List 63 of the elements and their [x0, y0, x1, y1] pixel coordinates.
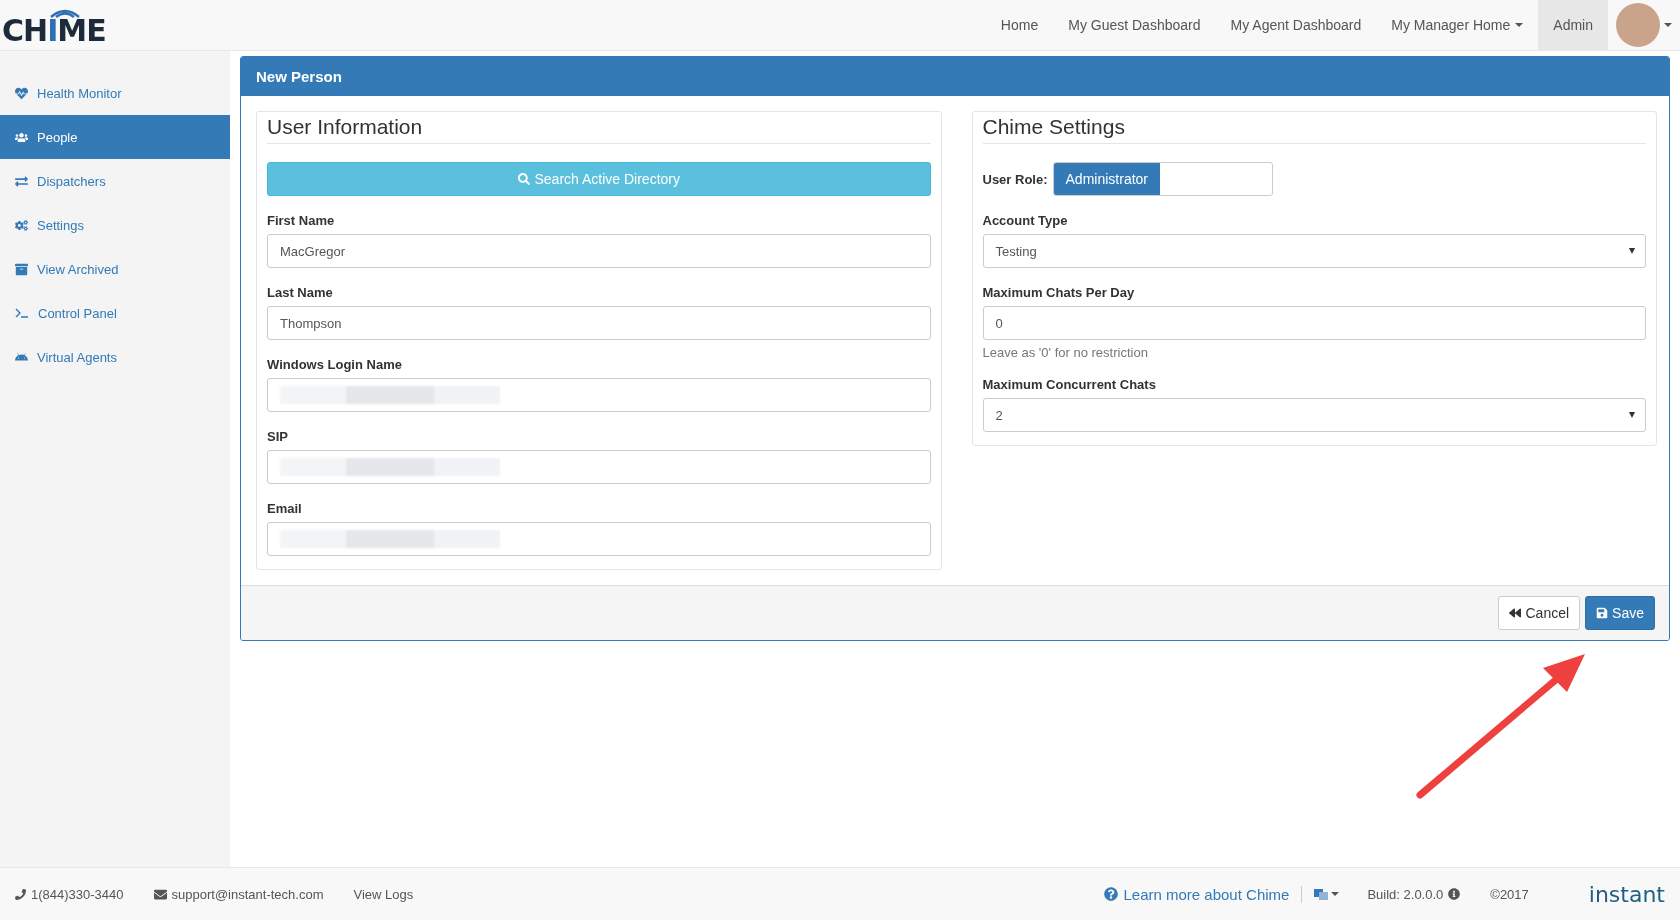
input-field[interactable]: [267, 522, 931, 556]
sidebar-item[interactable]: Dispatchers: [0, 159, 230, 203]
input-field[interactable]: MacGregor: [267, 234, 931, 268]
field-label: SIP: [267, 429, 289, 444]
caret-icon: [1629, 248, 1635, 254]
role-toggle[interactable]: Administrator: [1052, 162, 1273, 196]
save-button[interactable]: Save: [1585, 596, 1655, 630]
build-version: Build: 2.0.0.0: [1367, 886, 1461, 902]
select-field[interactable]: 2: [982, 398, 1646, 432]
help-text: Leave as '0' for no restriction: [982, 345, 1149, 360]
section-title: Chime Settings: [982, 112, 1646, 144]
nav-link[interactable]: My Agent Dashboard: [1215, 0, 1377, 50]
brand-logo: instant: [1588, 881, 1665, 907]
info-icon: [1448, 888, 1461, 900]
role-option[interactable]: Administrator: [1053, 163, 1160, 195]
users-icon: [15, 130, 28, 144]
select-field[interactable]: Testing: [982, 234, 1646, 268]
email-address: support@instant-tech.com: [153, 886, 324, 902]
heartbeat-icon: [15, 86, 28, 100]
input-field[interactable]: 0: [982, 306, 1646, 340]
field-label: Email: [267, 501, 303, 516]
learn-more-link[interactable]: Learn more about Chime: [1104, 885, 1303, 903]
field-label: Maximum Chats Per Day: [982, 285, 1136, 300]
sidebar-item[interactable]: Control Panel: [0, 291, 230, 335]
sidebar-item[interactable]: View Archived: [0, 247, 230, 291]
rewind-icon: [1509, 607, 1522, 619]
nav-link[interactable]: My Guest Dashboard: [1053, 0, 1216, 50]
gears-icon: [15, 218, 28, 232]
sidebar-item[interactable]: Settings: [0, 203, 230, 247]
field-label: Account Type: [982, 213, 1069, 228]
input-field[interactable]: Thompson: [267, 306, 931, 340]
cancel-button[interactable]: Cancel: [1498, 596, 1581, 630]
nav-link[interactable]: My Manager Home: [1376, 0, 1539, 50]
envelope-icon: [153, 887, 167, 901]
view-logs-link[interactable]: View Logs: [353, 886, 414, 902]
flag-icon: [1314, 888, 1329, 900]
logo[interactable]: CHIME: [0, 2, 106, 48]
field-label: Maximum Concurrent Chats: [982, 377, 1157, 392]
archive-box-icon: [15, 262, 28, 276]
sidebar-item[interactable]: Virtual Agents: [0, 335, 230, 379]
sidebar-item[interactable]: Health Monitor: [0, 71, 230, 115]
nav-link[interactable]: Admin: [1538, 0, 1608, 50]
input-field[interactable]: [267, 450, 931, 484]
copyright: ©2017: [1490, 886, 1529, 902]
section-title: User Information: [267, 112, 931, 144]
input-field[interactable]: [267, 378, 931, 412]
nav-link[interactable]: Home: [985, 0, 1054, 50]
caret-icon: [1629, 412, 1635, 418]
terminal-icon: [15, 308, 29, 318]
language-selector[interactable]: [1314, 888, 1340, 900]
sidebar-item[interactable]: People: [0, 115, 230, 159]
question-icon: [1104, 887, 1119, 901]
field-label: User Role:: [982, 171, 1048, 187]
field-label: Windows Login Name: [267, 357, 403, 372]
caret-icon[interactable]: [1664, 23, 1672, 27]
save-icon: [1596, 607, 1609, 619]
search-icon: [517, 173, 530, 185]
panel-title: New Person: [241, 57, 1669, 96]
phone-number: 1(844)330-3440: [15, 886, 124, 902]
field-label: Last Name: [267, 285, 334, 300]
arrows-icon: [15, 174, 28, 188]
field-label: First Name: [267, 213, 336, 228]
phone-icon: [15, 888, 26, 900]
